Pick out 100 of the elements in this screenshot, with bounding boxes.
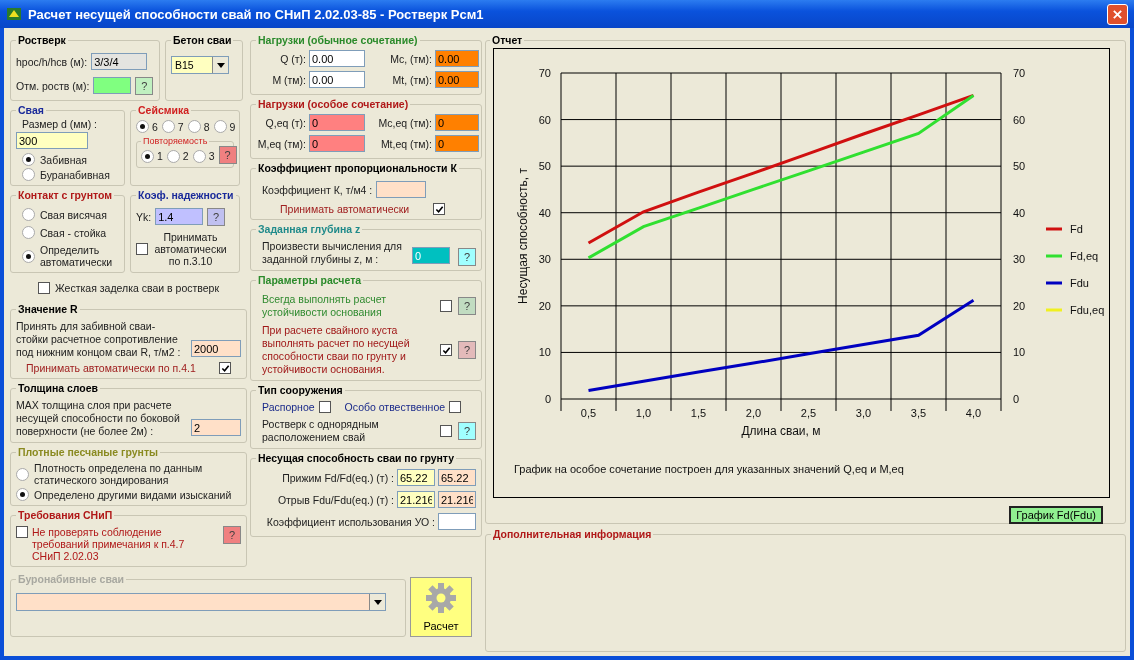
axis-tick-label: 2,5 xyxy=(800,407,817,419)
input-field[interactable]: 0 xyxy=(435,135,479,152)
option-label: Ростверк с однорядным расположением свай xyxy=(262,418,380,444)
help-button[interactable]: ? xyxy=(207,207,226,226)
option-label: 9 xyxy=(229,120,236,133)
input-field[interactable]: 0 xyxy=(435,114,479,131)
axis-tick-label: 1,0 xyxy=(635,407,652,419)
group-title: Коэффициент пропорциональности К xyxy=(257,162,458,174)
radio-button[interactable] xyxy=(213,120,227,133)
checkbox[interactable] xyxy=(440,425,452,437)
option-label: 6 xyxy=(152,120,158,133)
axis-tick-label: 1,5 xyxy=(690,407,707,419)
radio-button[interactable] xyxy=(22,249,35,263)
radio-button[interactable] xyxy=(192,149,206,163)
option-label: Забивная xyxy=(40,153,87,166)
radio-button[interactable] xyxy=(16,467,29,481)
input-field[interactable]: 3/3/4 xyxy=(91,53,148,70)
close-icon xyxy=(1112,8,1123,20)
dropdown[interactable]: B15 xyxy=(171,56,229,74)
input-field[interactable]: 300 xyxy=(16,132,88,149)
checkbox[interactable] xyxy=(16,526,28,538)
radio-button[interactable] xyxy=(22,226,35,239)
field-label: Mc, (тм): xyxy=(389,52,432,65)
input-field[interactable]: 2 xyxy=(191,419,241,436)
option-label: Свая висячая xyxy=(40,208,107,221)
group-title: Толщина слоев xyxy=(17,382,100,394)
axis-tick-label: 40 xyxy=(538,206,551,219)
checkbox[interactable] xyxy=(136,243,148,255)
radio-button[interactable] xyxy=(141,149,154,163)
chart-button[interactable]: График Fd(Fdu) xyxy=(1009,506,1103,524)
field-label: Коэффициент использования УО : xyxy=(266,515,435,528)
group-title: Несущая способность сваи по грунту xyxy=(257,452,456,464)
group-title: Повторяемость xyxy=(142,136,209,146)
radio-button[interactable] xyxy=(22,208,35,221)
legend-item: Fdu,eq xyxy=(1046,304,1105,316)
input-field[interactable] xyxy=(438,513,476,530)
option-label: Жесткая заделка сваи в ростверк xyxy=(55,282,219,294)
field-label: M,eq (тм): xyxy=(256,137,306,150)
axis-tick-label: 4,0 xyxy=(965,407,982,419)
input-field[interactable]: 0.00 xyxy=(435,50,479,67)
legend-label: Fd,eq xyxy=(1070,250,1099,262)
help-button[interactable]: ? xyxy=(458,297,476,315)
input-field[interactable]: 0 xyxy=(309,135,365,152)
help-button[interactable]: ? xyxy=(458,341,476,359)
group-title: Буронабивные сваи xyxy=(17,573,126,585)
radio-button[interactable] xyxy=(161,120,175,133)
field-label: Mt,eq (тм): xyxy=(379,137,432,150)
axis-tick-label: 0,5 xyxy=(580,407,597,419)
description-text: Произвести вычисления для заданной глубины z, м : xyxy=(262,240,403,266)
field-label: Прижим Fd/Fd(eq.) (т) : xyxy=(282,471,394,484)
input-field[interactable]: 1.4 xyxy=(155,208,204,225)
option-label: 1 xyxy=(157,150,163,162)
axis-tick-label: 60 xyxy=(1013,113,1026,126)
option-label: 8 xyxy=(203,120,210,133)
calculate-button[interactable]: Расчет xyxy=(410,577,472,637)
checkbox[interactable] xyxy=(449,401,462,413)
axis-tick-label: 3,0 xyxy=(855,407,872,419)
radio-button[interactable] xyxy=(16,488,29,501)
help-button[interactable]: ? xyxy=(458,248,476,266)
input-field[interactable] xyxy=(376,181,427,198)
checkbox[interactable] xyxy=(440,300,452,312)
help-button[interactable]: ? xyxy=(218,146,237,164)
field-label: Размер d (мм) : xyxy=(22,118,99,130)
radio-button[interactable] xyxy=(136,120,149,133)
option-label: Особо отвественное xyxy=(344,401,446,413)
axis-tick-label: 10 xyxy=(538,346,551,359)
field-label: Q,eq (т): xyxy=(264,116,306,129)
window-title: Расчет несущей способности свай по СНиП 2.02.03-85 - Ростверк Рсм1 xyxy=(28,6,485,22)
input-field[interactable]: 0 xyxy=(309,114,365,131)
legend-label: Fdu xyxy=(1070,277,1089,289)
checkbox[interactable] xyxy=(440,344,452,356)
help-button[interactable]: ? xyxy=(458,422,476,440)
checkbox[interactable] xyxy=(38,282,50,294)
radio-button[interactable] xyxy=(22,153,35,166)
close-button[interactable] xyxy=(1107,3,1128,25)
help-button[interactable]: ? xyxy=(223,526,241,544)
axis-tick-label: 10 xyxy=(1013,346,1026,359)
checkbox[interactable] xyxy=(433,203,446,215)
option-label: Принимать автоматически по п.4.1 xyxy=(26,362,196,374)
group-title: Контакт с грунтом xyxy=(17,189,114,201)
group-title: Нагрузки (особое сочетание) xyxy=(257,98,410,110)
option-label: Принимать автоматически по п.3.10 xyxy=(153,231,228,267)
input-field[interactable]: 0.00 xyxy=(435,71,479,88)
checkbox[interactable] xyxy=(219,362,231,374)
checkbox[interactable] xyxy=(318,401,331,413)
input-field[interactable]: 0.00 xyxy=(309,71,365,88)
input-field[interactable]: 65.22 xyxy=(397,469,435,486)
group-title: Плотные песчаные грунты xyxy=(17,446,159,458)
group-title: Тип сооружения xyxy=(257,384,344,396)
field-label: Mc,eq (тм): xyxy=(377,116,432,129)
radio-button[interactable] xyxy=(166,149,180,163)
help-button[interactable]: ? xyxy=(135,76,154,95)
input-field[interactable]: 2000 xyxy=(191,340,241,357)
input-field[interactable]: 0.00 xyxy=(309,50,365,67)
radio-button[interactable] xyxy=(22,168,35,181)
input-field[interactable]: 65.22 xyxy=(438,469,476,486)
radio-button[interactable] xyxy=(187,120,201,133)
group-title: Сейсмика xyxy=(137,104,191,116)
app-icon xyxy=(6,6,22,22)
input-field[interactable] xyxy=(93,77,132,94)
